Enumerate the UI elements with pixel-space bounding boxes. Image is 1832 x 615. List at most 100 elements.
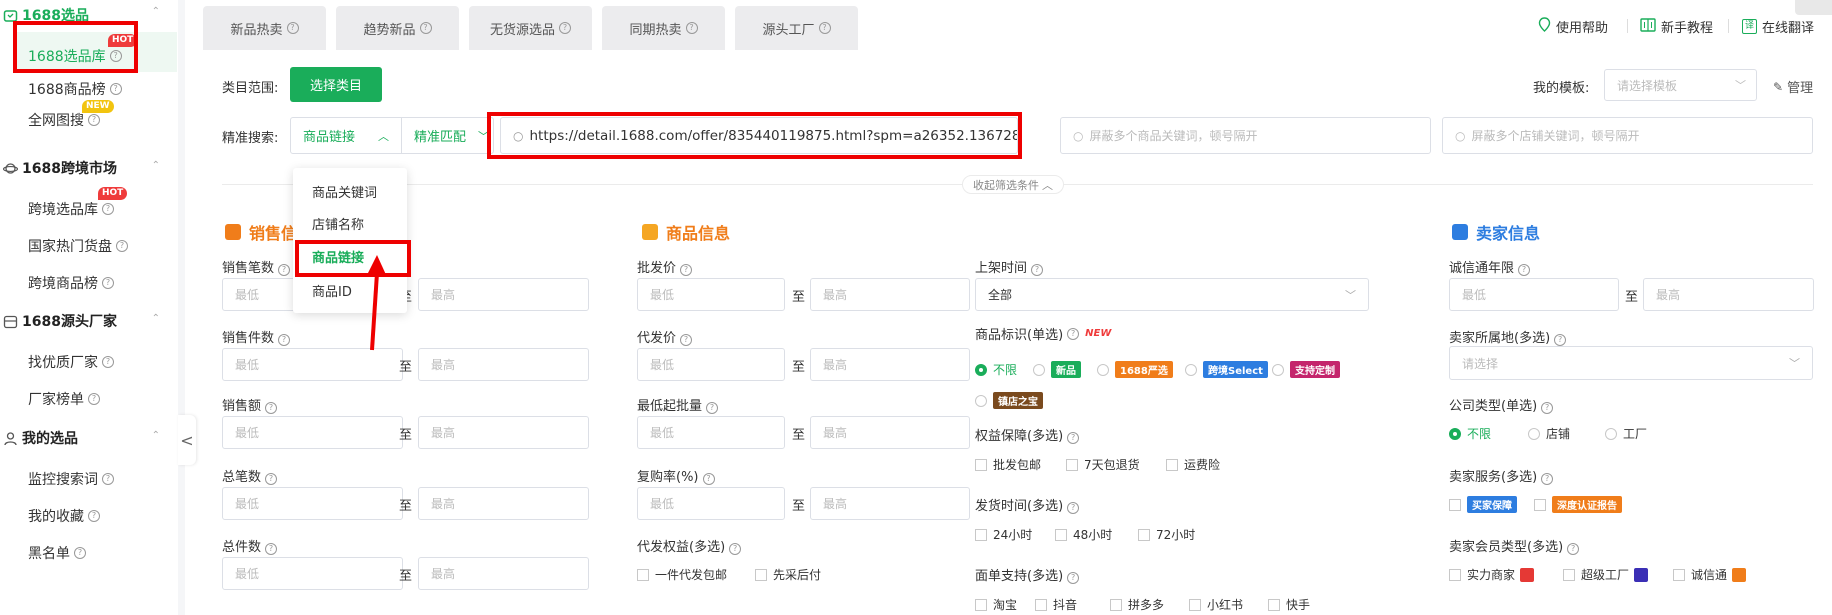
chevron-up-icon[interactable]: ⌃: [152, 313, 160, 324]
chevron-up-icon[interactable]: ⌃: [152, 160, 160, 171]
checkbox[interactable]: [1449, 568, 1461, 581]
radio[interactable]: [1097, 363, 1109, 376]
sidebar-item-crossborder-rank[interactable]: 跨境商品榜?: [28, 273, 114, 293]
manage-button[interactable]: ✎ 管理: [1773, 77, 1813, 97]
radio[interactable]: [975, 394, 987, 407]
select-category-button[interactable]: 选择类目: [290, 67, 382, 102]
tutorial-link[interactable]: 新手教程: [1640, 17, 1713, 36]
radio-selected[interactable]: [1449, 427, 1461, 440]
waybill-kuaishou-checkbox[interactable]: 快手: [1268, 596, 1310, 613]
rights-7day-checkbox[interactable]: 7天包退货: [1066, 456, 1140, 473]
total-count-max[interactable]: 最高: [418, 487, 589, 520]
checkbox[interactable]: [1449, 498, 1461, 511]
exclude-shop-input[interactable]: ○ 屏蔽多个店铺关键词，顿号隔开: [1442, 117, 1813, 154]
sales-qty-max[interactable]: 最高: [418, 348, 589, 381]
tab-no-stock[interactable]: 无货源选品?: [469, 6, 592, 50]
sidebar-group-crossborder[interactable]: 1688跨境市场: [2, 158, 117, 178]
tab-same-period[interactable]: 同期热卖?: [602, 6, 725, 50]
mark-new-radio[interactable]: 新品: [1033, 361, 1081, 378]
checkbox[interactable]: [1534, 498, 1546, 511]
member-chengxintong-checkbox[interactable]: 诚信通: [1673, 566, 1747, 583]
radio[interactable]: [1605, 427, 1617, 440]
ship-48h-checkbox[interactable]: 48小时: [1055, 526, 1112, 543]
sales-count-max[interactable]: 最高: [418, 278, 589, 311]
radio[interactable]: [1528, 427, 1540, 440]
seller-years-max[interactable]: 最高: [1643, 278, 1814, 311]
waybill-xhs-checkbox[interactable]: 小红书: [1189, 596, 1243, 613]
waybill-pdd-checkbox[interactable]: 拼多多: [1110, 596, 1164, 613]
radio[interactable]: [1185, 363, 1197, 376]
corner-button[interactable]: [1795, 0, 1832, 15]
sidebar-item-monitor[interactable]: 监控搜索词?: [28, 469, 114, 489]
checkbox[interactable]: [1110, 598, 1122, 611]
dropdown-item-product-id[interactable]: 商品ID: [312, 281, 352, 300]
sidebar-collapse-button[interactable]: <: [178, 415, 196, 465]
company-factory-radio[interactable]: 工厂: [1605, 425, 1647, 442]
mark-any-radio[interactable]: 不限: [975, 361, 1017, 378]
waybill-douyin-checkbox[interactable]: 抖音: [1035, 596, 1077, 613]
match-type-select[interactable]: 精准匹配 ﹀: [401, 117, 494, 154]
service-buyer-protection-checkbox[interactable]: 买家保障: [1449, 496, 1517, 513]
mark-strict-radio[interactable]: 1688严选: [1097, 361, 1173, 378]
sales-amount-min[interactable]: 最低: [222, 416, 403, 449]
repurchase-max[interactable]: 最高: [810, 487, 970, 520]
checkbox[interactable]: [975, 528, 987, 541]
ship-24h-checkbox[interactable]: 24小时: [975, 526, 1032, 543]
checkbox[interactable]: [637, 568, 649, 581]
sidebar-item-crossborder-library[interactable]: 跨境选品库?: [28, 199, 114, 219]
dropship-price-max[interactable]: 最高: [810, 348, 970, 381]
dropship-pay-later-checkbox[interactable]: 先采后付: [755, 566, 821, 583]
ship-72h-checkbox[interactable]: 72小时: [1138, 526, 1195, 543]
seller-location-select[interactable]: 请选择 ﹀: [1449, 346, 1813, 380]
member-super-factory-checkbox[interactable]: 超级工厂: [1563, 566, 1649, 583]
translate-link[interactable]: 译 在线翻译: [1742, 17, 1814, 36]
sales-amount-max[interactable]: 最高: [418, 416, 589, 449]
company-any-radio[interactable]: 不限: [1449, 425, 1491, 442]
sidebar-item-factory-rank[interactable]: 厂家榜单?: [28, 389, 100, 409]
radio[interactable]: [1033, 363, 1045, 376]
checkbox[interactable]: [1563, 568, 1575, 581]
radio[interactable]: [1272, 363, 1284, 376]
tab-trend[interactable]: 趋势新品?: [336, 6, 459, 50]
exclude-keyword-input[interactable]: ○ 屏蔽多个商品关键词，顿号隔开: [1060, 117, 1431, 154]
mark-crossborder-radio[interactable]: 跨境Select: [1185, 361, 1268, 378]
template-select[interactable]: 请选择模板 ﹀: [1604, 69, 1757, 101]
checkbox[interactable]: [975, 598, 987, 611]
sidebar-group-factory[interactable]: 1688源头厂家: [3, 311, 117, 331]
mark-treasure-radio[interactable]: 镇店之宝: [975, 392, 1043, 409]
checkbox[interactable]: [1268, 598, 1280, 611]
min-order-min[interactable]: 最低: [637, 416, 785, 449]
search-type-select[interactable]: 商品链接 ︿: [290, 117, 402, 154]
sidebar-item-image-search[interactable]: 全网图搜?: [28, 110, 100, 130]
checkbox[interactable]: [1189, 598, 1201, 611]
waybill-taobao-checkbox[interactable]: 淘宝: [975, 596, 1017, 613]
total-count-min[interactable]: 最低: [222, 487, 403, 520]
checkbox[interactable]: [755, 568, 767, 581]
collapse-filters-button[interactable]: 收起筛选条件 ︿: [962, 175, 1064, 194]
total-qty-min[interactable]: 最低: [222, 557, 403, 590]
wholesale-price-max[interactable]: 最高: [810, 278, 970, 311]
sidebar-item-1688-rank[interactable]: 1688商品榜?: [28, 79, 122, 99]
chevron-up-icon[interactable]: ⌃: [152, 6, 160, 17]
checkbox[interactable]: [1055, 528, 1067, 541]
help-link[interactable]: 使用帮助: [1538, 17, 1608, 36]
listing-time-select[interactable]: 全部 ﹀: [975, 278, 1369, 311]
checkbox[interactable]: [1066, 458, 1078, 471]
mark-custom-radio[interactable]: 支持定制: [1272, 361, 1340, 378]
dropship-price-min[interactable]: 最低: [637, 348, 785, 381]
dropdown-item-keyword[interactable]: 商品关键词: [312, 182, 377, 201]
member-strength-checkbox[interactable]: 实力商家: [1449, 566, 1535, 583]
seller-years-min[interactable]: 最低: [1449, 278, 1619, 311]
chevron-up-icon[interactable]: ⌃: [152, 430, 160, 441]
wholesale-price-min[interactable]: 最低: [637, 278, 785, 311]
min-order-max[interactable]: 最高: [810, 416, 970, 449]
sidebar-item-find-factory[interactable]: 找优质厂家?: [28, 352, 114, 372]
sidebar-item-favorites[interactable]: 我的收藏?: [28, 506, 100, 526]
rights-freight-checkbox[interactable]: 运费险: [1166, 456, 1220, 473]
service-deep-cert-checkbox[interactable]: 深度认证报告: [1534, 496, 1622, 513]
sidebar-group-my[interactable]: 我的选品: [3, 428, 78, 448]
checkbox[interactable]: [1138, 528, 1150, 541]
radio-selected[interactable]: [975, 363, 987, 376]
checkbox[interactable]: [1673, 568, 1685, 581]
company-shop-radio[interactable]: 店铺: [1528, 425, 1570, 442]
